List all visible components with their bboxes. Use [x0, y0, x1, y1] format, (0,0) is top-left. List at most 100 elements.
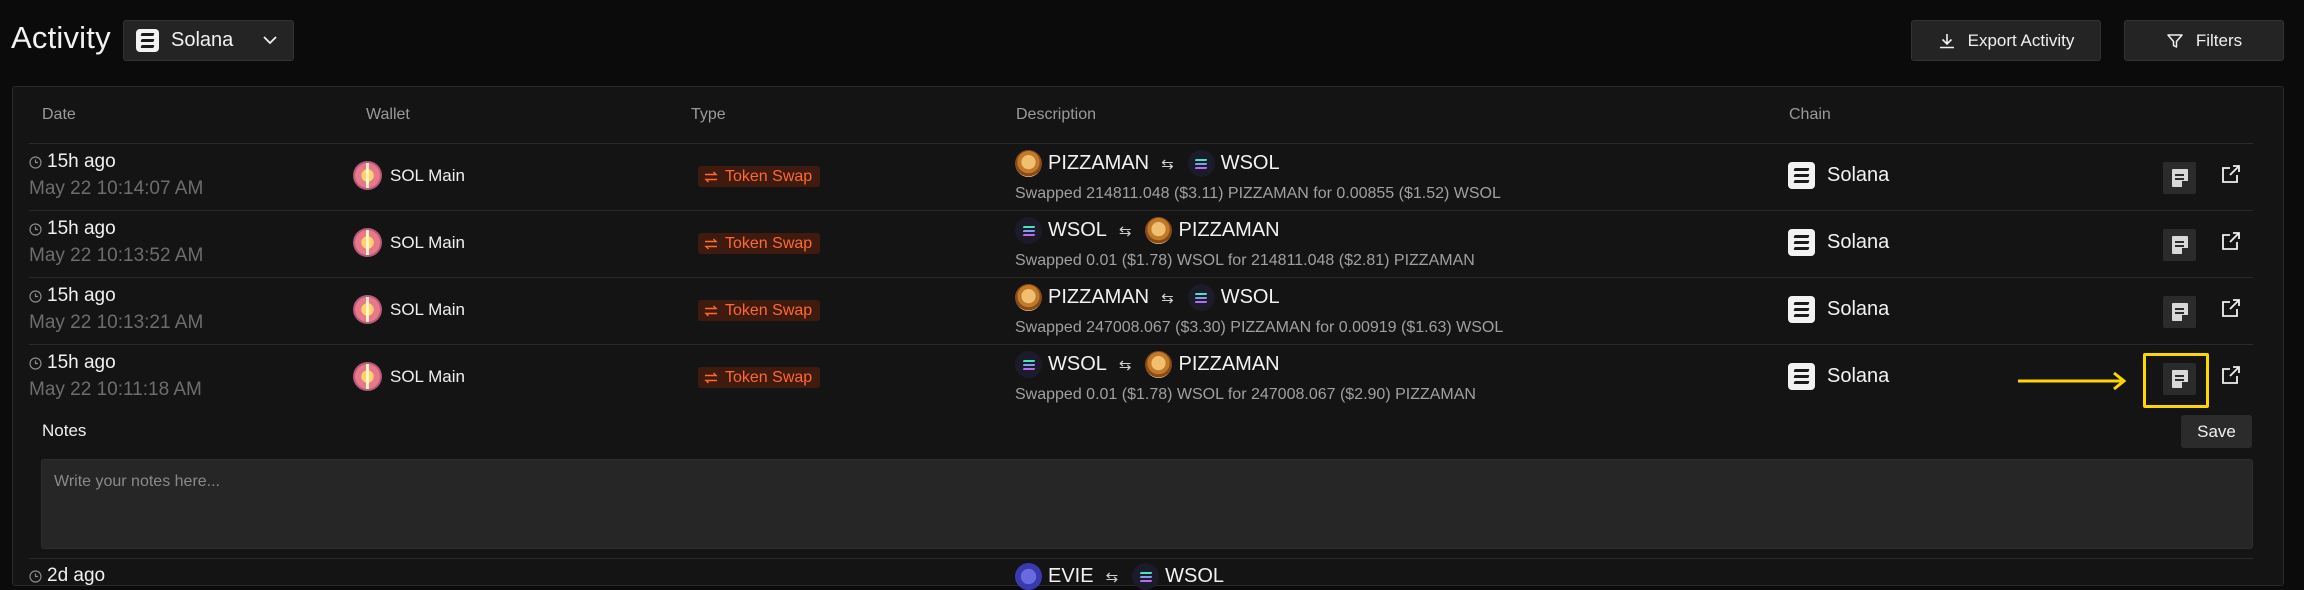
add-note-button[interactable]	[2163, 296, 2196, 328]
wallet-avatar	[353, 161, 382, 190]
wallet: SOL Main	[353, 228, 465, 257]
annotation-arrow	[2018, 371, 2127, 391]
timestamp: May 22 10:11:18 AM	[29, 379, 202, 400]
swap-arrows-icon: ⇆	[1118, 222, 1132, 240]
chain: Solana	[1788, 296, 1889, 323]
chain-name: Solana	[1827, 231, 1890, 253]
column-header-description: Description	[1016, 106, 1097, 123]
filter-icon	[2167, 33, 2183, 48]
chain-name: Solana	[1827, 365, 1890, 387]
note-icon	[2171, 370, 2188, 388]
external-link-icon[interactable]	[2220, 230, 2242, 252]
filters-button[interactable]: Filters	[2124, 20, 2284, 61]
type-label: Token Swap	[725, 368, 813, 386]
swap-arrows-icon: ⇆	[1161, 155, 1174, 173]
swap-icon	[704, 238, 718, 249]
wallet-name: SOL Main	[390, 165, 465, 185]
external-link-icon[interactable]	[2220, 163, 2242, 185]
wsol-token-icon	[1015, 351, 1042, 378]
wallet: SOL Main	[353, 362, 465, 391]
notes-textarea[interactable]	[41, 459, 2253, 549]
type-badge: Token Swap	[698, 166, 821, 187]
wsol-token-icon	[1187, 284, 1215, 311]
swap-summary: Swapped 214811.048 ($3.11) PIZZAMAN for …	[1015, 185, 1501, 202]
export-activity-button[interactable]: Export Activity	[1911, 20, 2101, 61]
chain-select[interactable]: Solana	[123, 20, 294, 61]
to-token: WSOL	[1220, 286, 1280, 308]
swap-pair: PIZZAMAN ⇆ WSOL	[1015, 150, 1280, 177]
chain-name: Solana	[1827, 298, 1890, 320]
from-token: WSOL	[1048, 353, 1107, 375]
download-icon	[1939, 33, 1954, 48]
swap-pair: WSOL ⇆ PIZZAMAN	[1015, 351, 1280, 378]
solana-icon	[1788, 162, 1815, 189]
from-token: WSOL	[1048, 219, 1107, 241]
relative-time: 15h ago	[47, 285, 116, 306]
add-note-button[interactable]	[2163, 363, 2196, 395]
chain-name: Solana	[1827, 164, 1890, 186]
relative-time: 2d ago	[47, 565, 106, 586]
swap-arrows-icon: ⇆	[1161, 289, 1174, 307]
to-token: PIZZAMAN	[1178, 353, 1280, 375]
save-button[interactable]: Save	[2181, 415, 2252, 448]
timestamp: May 22 10:13:52 AM	[29, 245, 204, 266]
note-icon	[2171, 236, 2188, 254]
chain-select-value: Solana	[171, 29, 234, 51]
pizzaman-token-icon	[1015, 150, 1042, 177]
evie-token-icon	[1015, 563, 1042, 590]
solana-icon	[136, 29, 159, 52]
swap-pair: WSOL ⇆ PIZZAMAN	[1015, 217, 1280, 244]
clock-icon	[29, 289, 42, 303]
chain: Solana	[1788, 162, 1889, 189]
swap-icon	[704, 372, 718, 383]
solana-icon	[1788, 229, 1815, 256]
swap-pair: PIZZAMAN ⇆ WSOL	[1015, 284, 1280, 311]
swap-summary: Swapped 0.01 ($1.78) WSOL for 214811.048…	[1015, 252, 1475, 269]
swap-arrows-icon: ⇆	[1105, 568, 1119, 586]
swap-arrows-icon: ⇆	[1118, 356, 1132, 374]
swap-summary: Swapped 0.01 ($1.78) WSOL for 247008.067…	[1015, 386, 1476, 403]
wallet-avatar	[353, 362, 382, 391]
add-note-button[interactable]	[2163, 162, 2196, 194]
external-link-icon[interactable]	[2220, 364, 2242, 386]
pizzaman-token-icon	[1145, 217, 1173, 244]
solana-icon	[1788, 363, 1815, 390]
column-header-date: Date	[42, 106, 76, 123]
timestamp: May 22 10:14:07 AM	[29, 178, 204, 199]
wallet: SOL Main	[353, 295, 465, 324]
table-row: 15h ago May 22 10:14:07 AM SOL Main Toke…	[29, 143, 2253, 211]
export-activity-label: Export Activity	[1967, 30, 2075, 50]
page-header: Activity Solana Export Activity Filters	[0, 0, 2304, 80]
timestamp: May 22 10:13:21 AM	[29, 312, 204, 333]
type-badge: Token Swap	[698, 300, 821, 321]
table-row: 2d ago EVIE ⇆ WSOL	[29, 558, 2253, 590]
type-badge: Token Swap	[698, 233, 821, 254]
from-token: PIZZAMAN	[1048, 152, 1150, 174]
type-label: Token Swap	[725, 234, 813, 252]
page-title: Activity	[11, 20, 111, 55]
column-header-wallet: Wallet	[366, 106, 410, 123]
wallet-avatar	[353, 295, 382, 324]
add-note-button[interactable]	[2163, 229, 2196, 261]
to-token: WSOL	[1165, 565, 1225, 587]
wsol-token-icon	[1187, 150, 1215, 177]
clock-icon	[29, 222, 42, 236]
filters-label: Filters	[2195, 30, 2243, 50]
swap-icon	[704, 305, 718, 316]
type-label: Token Swap	[725, 167, 813, 185]
chevron-down-icon	[263, 36, 277, 45]
external-link-icon[interactable]	[2220, 297, 2242, 319]
clock-icon	[29, 569, 42, 583]
type-label: Token Swap	[725, 301, 813, 319]
relative-time: 15h ago	[47, 151, 116, 172]
notes-label: Notes	[42, 421, 87, 440]
clock-icon	[29, 356, 42, 370]
table-row: 15h ago May 22 10:13:52 AM SOL Main Toke…	[29, 210, 2253, 278]
note-icon	[2171, 169, 2188, 187]
pizzaman-token-icon	[1145, 351, 1173, 378]
pizzaman-token-icon	[1015, 284, 1042, 311]
clock-icon	[29, 155, 42, 169]
swap-icon	[704, 171, 718, 182]
swap-summary: Swapped 247008.067 ($3.30) PIZZAMAN for …	[1015, 319, 1504, 336]
table-row: 15h ago May 22 10:11:18 AM SOL Main Toke…	[29, 344, 2253, 412]
